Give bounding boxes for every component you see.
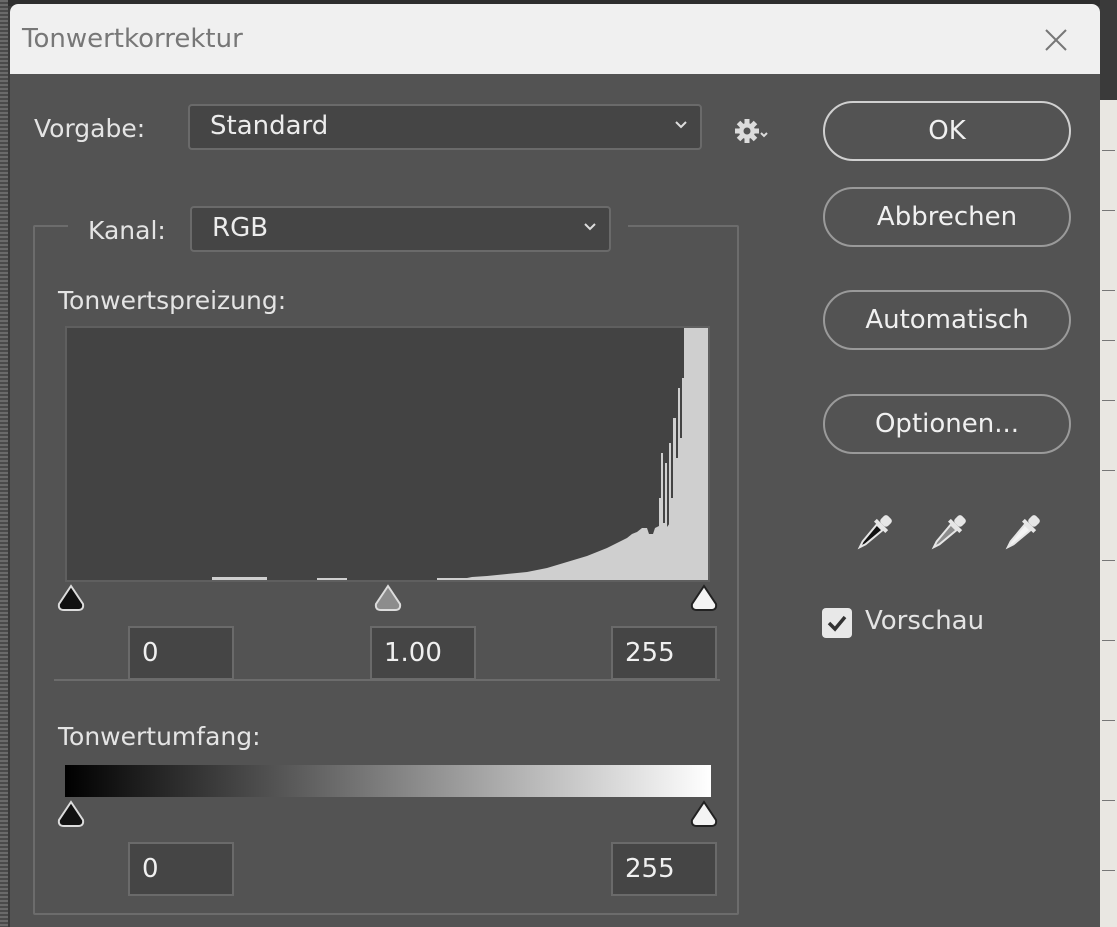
background-canvas-right: [1100, 0, 1117, 927]
auto-button[interactable]: Automatisch: [823, 290, 1071, 350]
input-white-slider[interactable]: [689, 584, 719, 612]
preset-label: Vorgabe:: [34, 114, 146, 143]
preset-options-button[interactable]: [733, 116, 775, 146]
section-divider: [54, 679, 720, 681]
dialog-title: Tonwertkorrektur: [22, 24, 243, 54]
output-white-slider[interactable]: [689, 800, 719, 828]
ok-button[interactable]: OK: [823, 101, 1071, 161]
input-levels-label: Tonwertspreizung:: [58, 286, 287, 315]
gray-point-eyedropper[interactable]: [926, 509, 970, 557]
title-bar: Tonwertkorrektur: [10, 4, 1100, 74]
background-strip-left: [0, 0, 8, 927]
background-strip-right-top: [1100, 0, 1117, 100]
black-point-eyedropper[interactable]: [852, 509, 896, 557]
output-black-slider[interactable]: [56, 800, 86, 828]
checkmark-icon: [827, 615, 847, 632]
levels-dialog: Tonwertkorrektur Vorgabe: Standard Kanal…: [10, 4, 1100, 927]
close-button[interactable]: [1038, 22, 1074, 58]
preset-value: Standard: [210, 111, 329, 141]
input-gamma-slider[interactable]: [373, 584, 403, 612]
output-black-field[interactable]: 0: [128, 842, 234, 896]
preview-checkbox[interactable]: [822, 608, 852, 638]
channel-label: Kanal:: [88, 216, 166, 245]
gear-icon: [735, 119, 768, 143]
input-black-field[interactable]: 0: [128, 626, 234, 680]
options-button[interactable]: Optionen...: [823, 394, 1071, 454]
gray-eyedropper-icon: [931, 515, 966, 550]
chevron-down-icon: [675, 121, 687, 129]
histogram-plot: [67, 328, 708, 580]
preset-select[interactable]: Standard: [188, 104, 702, 150]
preview-label: Vorschau: [865, 606, 985, 636]
histogram-peak: [659, 328, 708, 580]
input-gamma-field[interactable]: 1.00: [370, 626, 476, 680]
close-icon: [1045, 29, 1067, 51]
white-eyedropper-icon: [1005, 515, 1040, 550]
output-levels-label: Tonwertumfang:: [58, 722, 261, 751]
channel-value: RGB: [212, 213, 269, 243]
white-point-eyedropper[interactable]: [1000, 509, 1044, 557]
input-black-slider[interactable]: [56, 584, 86, 612]
channel-select[interactable]: RGB: [190, 206, 611, 252]
histogram-fill: [67, 328, 708, 580]
black-eyedropper-icon: [857, 515, 892, 550]
output-gradient-bar: [65, 765, 711, 797]
input-white-field[interactable]: 255: [611, 626, 717, 680]
cancel-button[interactable]: Abbrechen: [823, 187, 1071, 247]
output-white-field[interactable]: 255: [611, 842, 717, 896]
histogram: [65, 326, 710, 582]
chevron-down-icon: [584, 223, 596, 231]
